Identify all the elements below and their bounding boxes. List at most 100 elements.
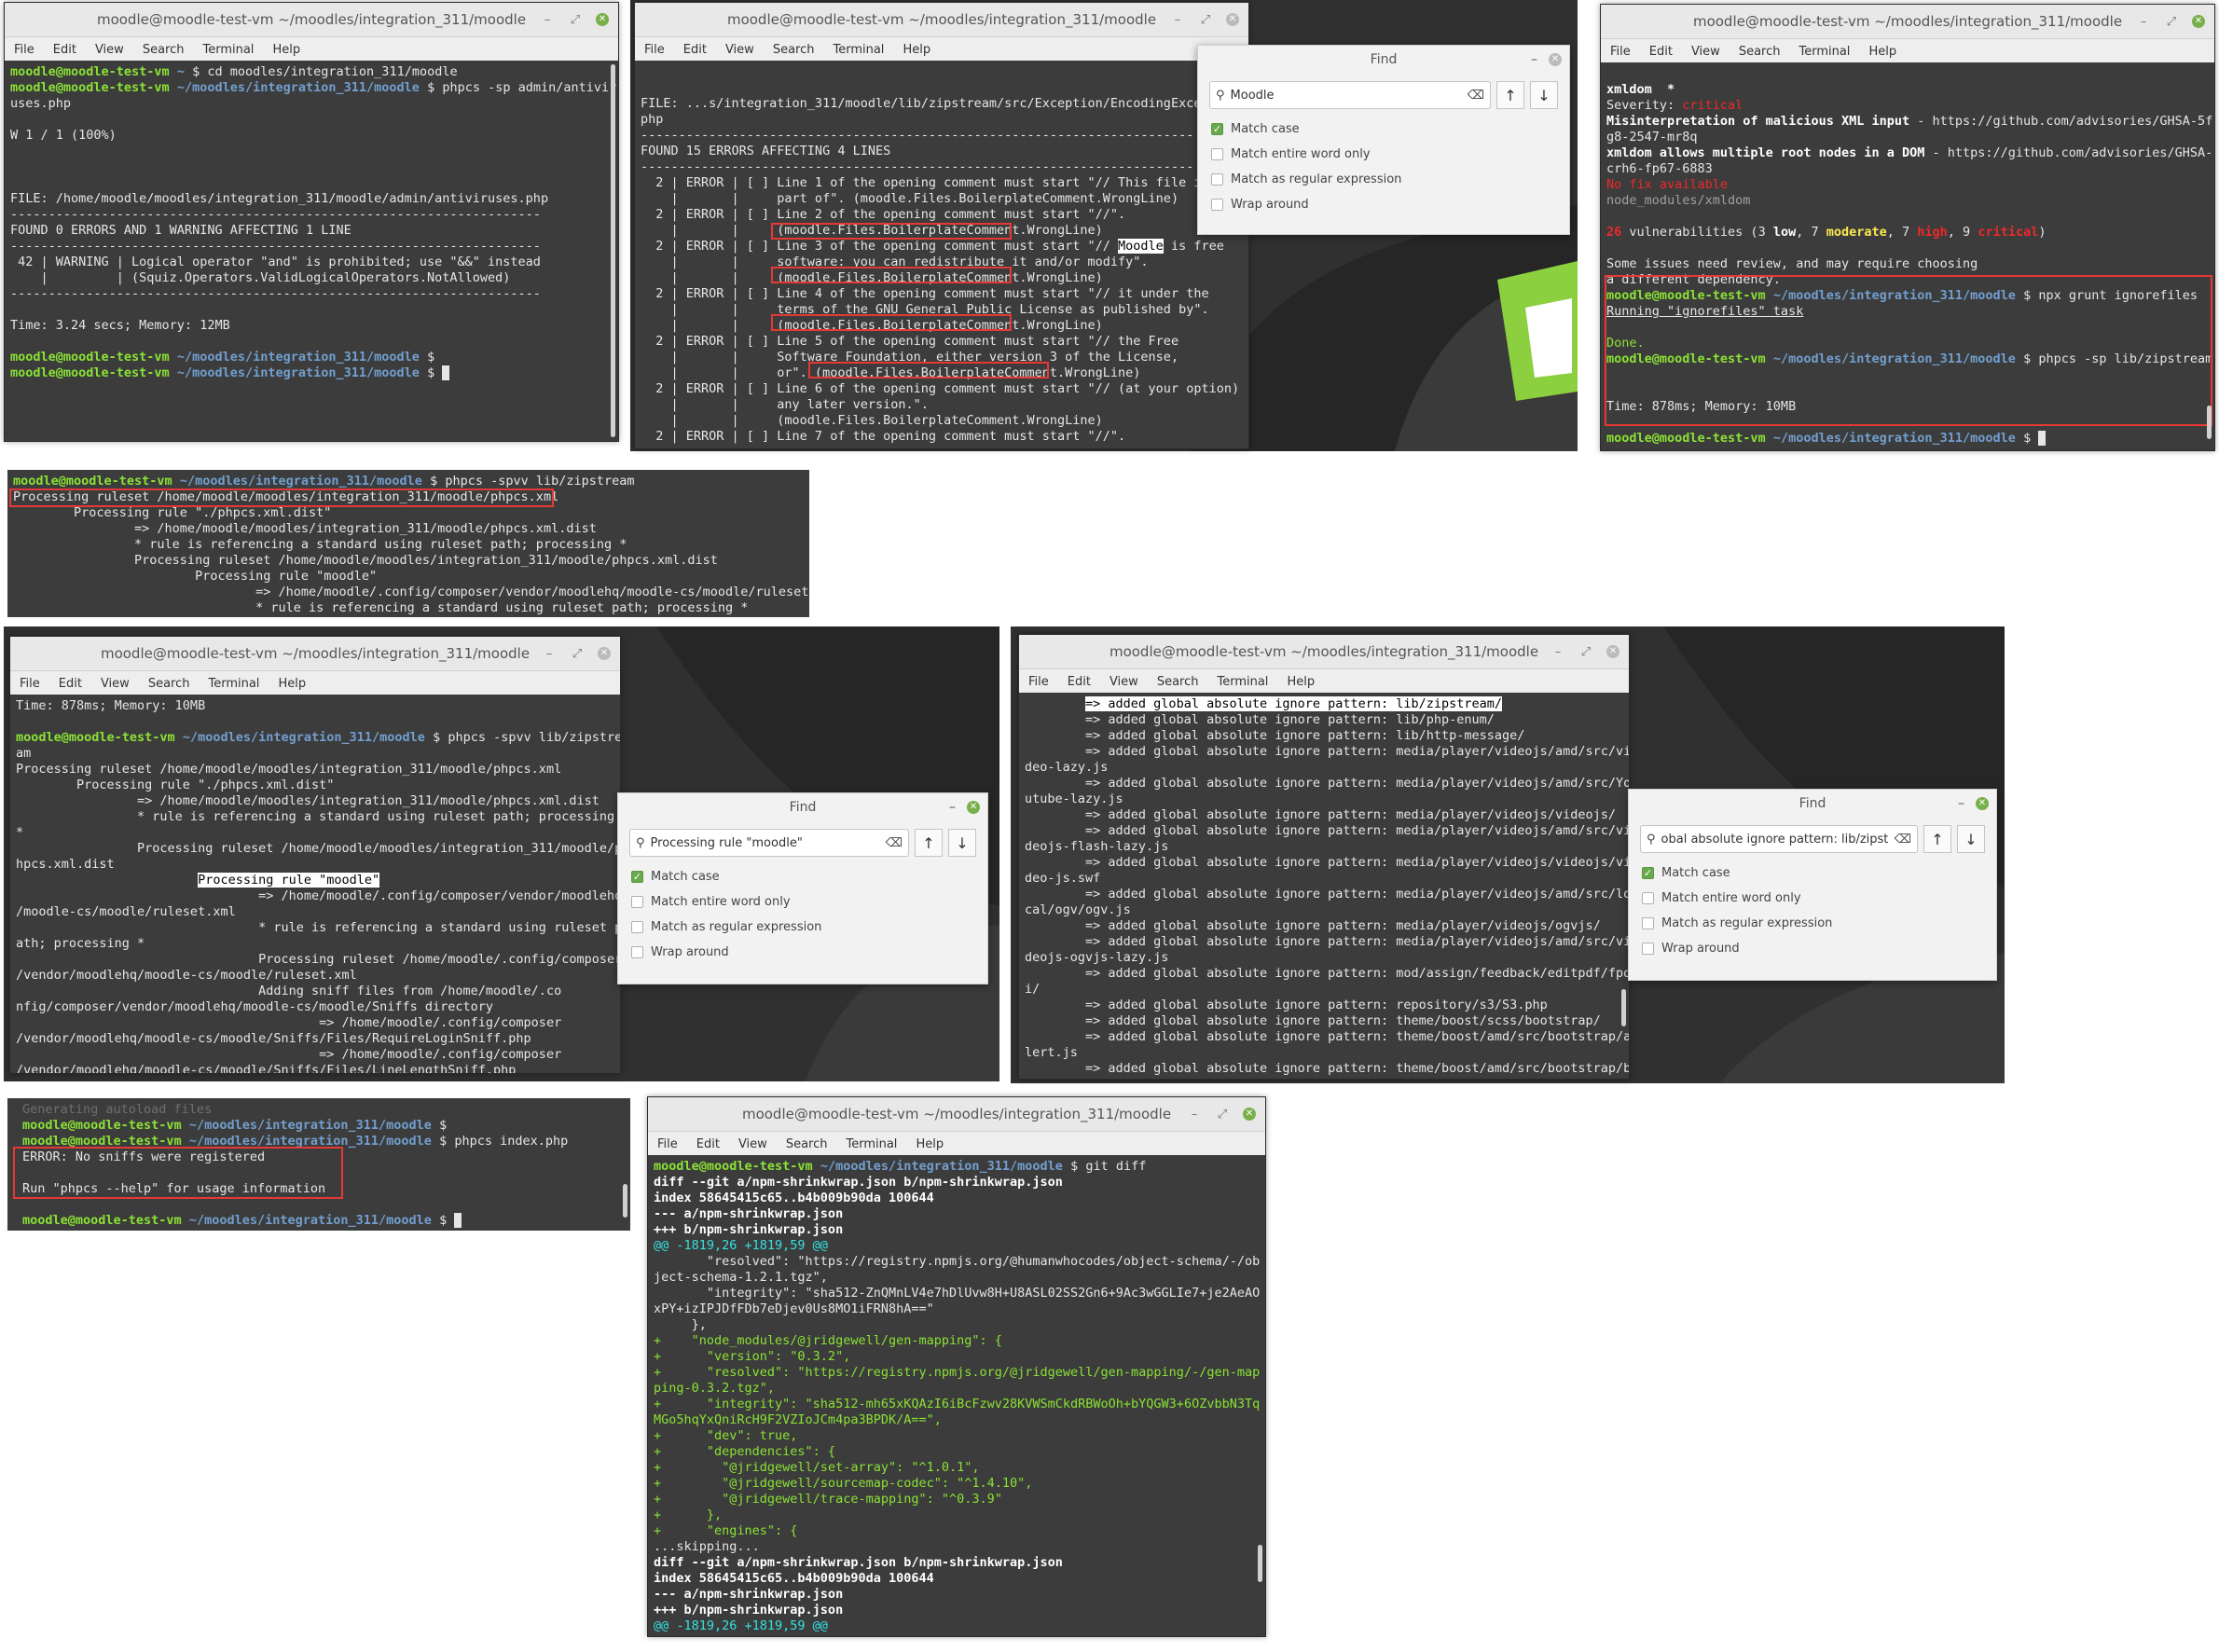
menu-file[interactable]: File bbox=[644, 43, 665, 57]
minimize-icon[interactable]: – bbox=[540, 13, 555, 27]
clear-icon[interactable]: ⌫ bbox=[1468, 89, 1484, 103]
option-wrap-around[interactable]: Wrap around bbox=[1211, 192, 1556, 217]
menu-help[interactable]: Help bbox=[278, 677, 306, 691]
close-icon[interactable]: ✕ bbox=[1549, 53, 1562, 66]
minimize-icon[interactable]: – bbox=[1531, 52, 1537, 67]
terminal-output[interactable]: FILE: ...s/integration_311/moodle/lib/zi… bbox=[635, 61, 1248, 448]
menu-terminal[interactable]: Terminal bbox=[1799, 45, 1850, 59]
terminal-output[interactable]: Generating autoload files moodle@moodle-… bbox=[7, 1098, 630, 1231]
menu-search[interactable]: Search bbox=[1157, 675, 1199, 689]
checkbox[interactable] bbox=[631, 946, 643, 958]
scrollbar[interactable] bbox=[1621, 989, 1626, 1026]
menu-view[interactable]: View bbox=[738, 1137, 767, 1151]
minimize-icon[interactable]: – bbox=[1187, 1108, 1202, 1122]
clear-icon[interactable]: ⌫ bbox=[886, 836, 903, 850]
maximize-icon[interactable]: ⤢ bbox=[1198, 13, 1213, 27]
scrollbar[interactable] bbox=[2207, 406, 2212, 439]
find-previous-button[interactable]: ↑ bbox=[1923, 825, 1951, 853]
menu-help[interactable]: Help bbox=[903, 43, 930, 57]
option-match-case[interactable]: ✓ Match case bbox=[1211, 117, 1556, 142]
menu-help[interactable]: Help bbox=[916, 1137, 944, 1151]
title-bar[interactable]: moodle@moodle-test-vm ~/moodles/integrat… bbox=[10, 637, 620, 671]
option-match-case[interactable]: ✓ Match case bbox=[631, 864, 974, 889]
menu-terminal[interactable]: Terminal bbox=[846, 1137, 897, 1151]
option-regex[interactable]: Match as regular expression bbox=[631, 915, 974, 940]
close-icon[interactable]: ✕ bbox=[596, 13, 609, 26]
minimize-icon[interactable]: – bbox=[1551, 645, 1565, 659]
menu-search[interactable]: Search bbox=[143, 43, 185, 57]
minimize-icon[interactable]: – bbox=[1170, 13, 1185, 27]
menu-file[interactable]: File bbox=[20, 677, 40, 691]
minimize-icon[interactable]: – bbox=[542, 647, 557, 661]
option-regex[interactable]: Match as regular expression bbox=[1211, 167, 1556, 192]
checkbox[interactable]: ✓ bbox=[1211, 123, 1223, 135]
menu-view[interactable]: View bbox=[725, 43, 754, 57]
checkbox[interactable] bbox=[631, 896, 643, 908]
menu-file[interactable]: File bbox=[14, 43, 34, 57]
terminal-output[interactable]: Time: 878ms; Memory: 10MB moodle@moodle-… bbox=[10, 695, 620, 1073]
checkbox[interactable] bbox=[1642, 892, 1654, 904]
close-icon[interactable]: ✕ bbox=[1976, 797, 1989, 810]
checkbox[interactable] bbox=[1642, 917, 1654, 929]
menu-help[interactable]: Help bbox=[1287, 675, 1315, 689]
find-previous-button[interactable]: ↑ bbox=[915, 829, 943, 857]
find-previous-button[interactable]: ↑ bbox=[1496, 81, 1524, 109]
option-whole-word[interactable]: Match entire word only bbox=[1642, 886, 1983, 911]
minimize-icon[interactable]: – bbox=[1958, 796, 1964, 811]
clear-icon[interactable]: ⌫ bbox=[1895, 833, 1911, 847]
menu-search[interactable]: Search bbox=[148, 677, 190, 691]
checkbox[interactable] bbox=[1211, 148, 1223, 160]
minimize-icon[interactable]: – bbox=[949, 800, 956, 815]
find-next-button[interactable]: ↓ bbox=[1530, 81, 1558, 109]
minimize-icon[interactable]: – bbox=[2136, 15, 2151, 29]
menu-view[interactable]: View bbox=[95, 43, 124, 57]
maximize-icon[interactable]: ⤢ bbox=[1578, 645, 1593, 659]
terminal-output[interactable]: => added global absolute ignore pattern:… bbox=[1019, 693, 1629, 1079]
checkbox[interactable] bbox=[1211, 199, 1223, 211]
option-wrap-around[interactable]: Wrap around bbox=[631, 940, 974, 965]
menu-terminal[interactable]: Terminal bbox=[208, 677, 259, 691]
menu-search[interactable]: Search bbox=[786, 1137, 828, 1151]
scrollbar[interactable] bbox=[623, 1184, 627, 1218]
option-match-case[interactable]: ✓ Match case bbox=[1642, 860, 1983, 886]
terminal-output[interactable]: moodle@moodle-test-vm ~/moodles/integrat… bbox=[7, 470, 809, 617]
menu-terminal[interactable]: Terminal bbox=[202, 43, 254, 57]
close-icon[interactable]: ✕ bbox=[1243, 1108, 1256, 1121]
close-icon[interactable]: ✕ bbox=[1606, 645, 1619, 658]
close-icon[interactable]: ✕ bbox=[1226, 13, 1239, 26]
maximize-icon[interactable]: ⤢ bbox=[1215, 1108, 1230, 1122]
close-icon[interactable]: ✕ bbox=[2192, 15, 2205, 28]
option-regex[interactable]: Match as regular expression bbox=[1642, 911, 1983, 936]
menu-edit[interactable]: Edit bbox=[683, 43, 707, 57]
terminal-output[interactable]: moodle@moodle-test-vm ~ $ cd moodles/int… bbox=[5, 61, 618, 441]
menu-search[interactable]: Search bbox=[773, 43, 815, 57]
menu-file[interactable]: File bbox=[1028, 675, 1049, 689]
menu-edit[interactable]: Edit bbox=[59, 677, 82, 691]
close-icon[interactable]: ✕ bbox=[967, 801, 980, 814]
checkbox[interactable] bbox=[1642, 943, 1654, 955]
menu-terminal[interactable]: Terminal bbox=[1217, 675, 1268, 689]
menu-view[interactable]: View bbox=[1110, 675, 1138, 689]
menu-edit[interactable]: Edit bbox=[1649, 45, 1673, 59]
menu-help[interactable]: Help bbox=[1868, 45, 1896, 59]
option-whole-word[interactable]: Match entire word only bbox=[631, 889, 974, 915]
title-bar[interactable]: moodle@moodle-test-vm ~/moodles/integrat… bbox=[5, 3, 618, 37]
terminal-output[interactable]: xmldom * Severity: critical Misinterpret… bbox=[1601, 62, 2214, 450]
checkbox[interactable] bbox=[631, 921, 643, 933]
find-search-input[interactable]: ⚲ Processing rule "moodle" ⌫ bbox=[629, 829, 909, 857]
checkbox[interactable] bbox=[1211, 173, 1223, 186]
find-next-button[interactable]: ↓ bbox=[948, 829, 976, 857]
menu-search[interactable]: Search bbox=[1739, 45, 1781, 59]
title-bar[interactable]: moodle@moodle-test-vm ~/moodles/integrat… bbox=[1019, 635, 1629, 669]
menu-file[interactable]: File bbox=[1610, 45, 1631, 59]
menu-edit[interactable]: Edit bbox=[696, 1137, 720, 1151]
find-search-input[interactable]: ⚲ Moodle ⌫ bbox=[1209, 81, 1491, 109]
menu-terminal[interactable]: Terminal bbox=[833, 43, 884, 57]
menu-view[interactable]: View bbox=[1691, 45, 1720, 59]
menu-edit[interactable]: Edit bbox=[53, 43, 76, 57]
find-next-button[interactable]: ↓ bbox=[1957, 825, 1985, 853]
maximize-icon[interactable]: ⤢ bbox=[570, 647, 585, 661]
menu-help[interactable]: Help bbox=[272, 43, 300, 57]
menu-view[interactable]: View bbox=[101, 677, 130, 691]
option-whole-word[interactable]: Match entire word only bbox=[1211, 142, 1556, 167]
